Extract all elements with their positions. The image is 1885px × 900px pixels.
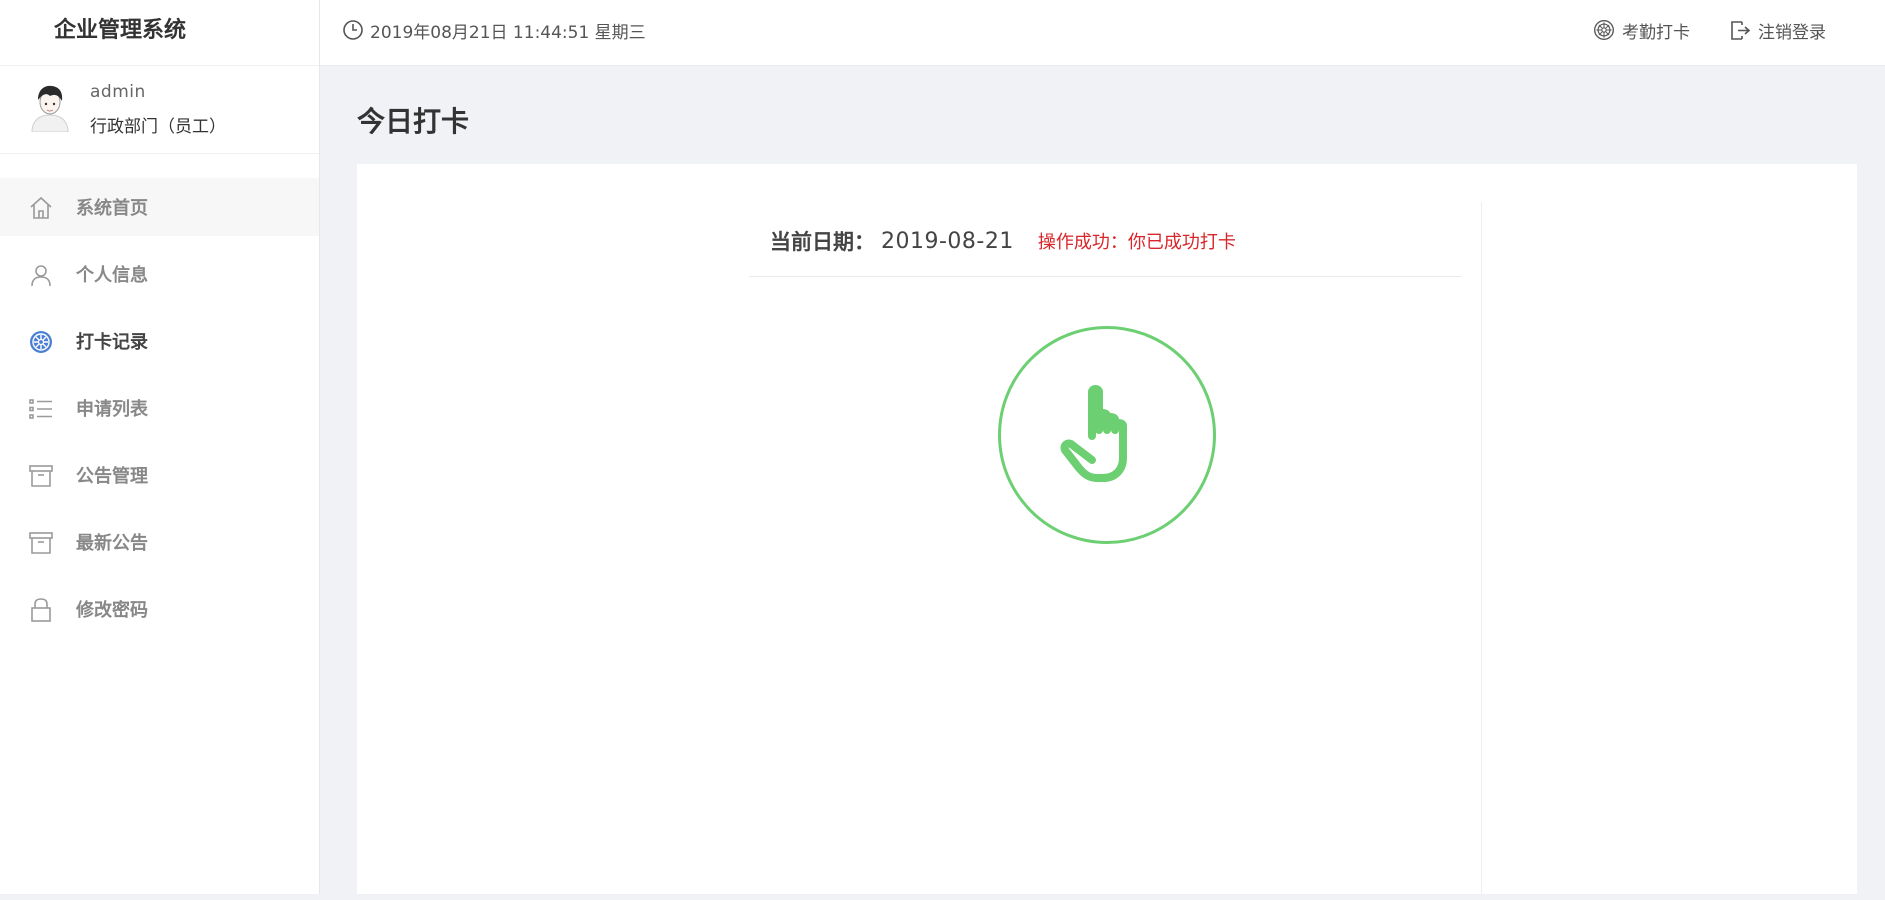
user-panel: admin 行政部门（员工） bbox=[0, 66, 319, 154]
sidebar-item-latest-notice[interactable]: 最新公告 bbox=[0, 513, 319, 571]
list-icon bbox=[28, 396, 54, 422]
sidebar-item-label: 打卡记录 bbox=[76, 332, 148, 353]
user-icon bbox=[28, 262, 54, 288]
current-datetime: 2019年08月21日 11:44:51 星期三 bbox=[342, 0, 646, 60]
avatar bbox=[28, 82, 72, 133]
divider bbox=[749, 276, 1461, 277]
datetime-text: 2019年08月21日 11:44:51 星期三 bbox=[370, 22, 646, 43]
sidebar-item-label: 系统首页 bbox=[76, 198, 148, 219]
archive-icon bbox=[28, 463, 54, 489]
sidebar-item-label: 公告管理 bbox=[76, 466, 148, 487]
sidebar: 企业管理系统 admin 行政部门（员工） 系统首页 个人信息 打卡记录 申请列… bbox=[0, 0, 320, 894]
sidebar-nav: 系统首页 个人信息 打卡记录 申请列表 公告管理 最新公告 修改密码 bbox=[0, 154, 319, 638]
sidebar-item-applications[interactable]: 申请列表 bbox=[0, 379, 319, 437]
punch-button[interactable] bbox=[998, 326, 1216, 544]
date-value: 2019-08-21 bbox=[881, 228, 1014, 254]
checkin-panel: 当前日期： 2019-08-21 操作成功：你已成功打卡 bbox=[357, 164, 1857, 894]
checkin-icon bbox=[1594, 20, 1614, 40]
home-icon bbox=[28, 195, 54, 221]
sidebar-item-label: 申请列表 bbox=[76, 399, 148, 420]
sidebar-item-profile[interactable]: 个人信息 bbox=[0, 245, 319, 303]
sidebar-item-label: 最新公告 bbox=[76, 533, 148, 554]
clock-icon bbox=[343, 20, 363, 40]
date-label: 当前日期： bbox=[770, 230, 875, 254]
top-bar: 2019年08月21日 11:44:51 星期三 考勤打卡 注销登录 bbox=[320, 0, 1885, 66]
app-title: 企业管理系统 bbox=[0, 0, 319, 66]
sidebar-item-home[interactable]: 系统首页 bbox=[0, 178, 319, 236]
checkin-label: 考勤打卡 bbox=[1622, 22, 1690, 43]
sidebar-item-checkin-records[interactable]: 打卡记录 bbox=[0, 312, 319, 370]
app-root: 企业管理系统 admin 行政部门（员工） 系统首页 个人信息 打卡记录 申请列… bbox=[0, 0, 1885, 900]
checkin-record-icon bbox=[28, 329, 54, 355]
sidebar-item-label: 个人信息 bbox=[76, 265, 148, 286]
logout-label: 注销登录 bbox=[1758, 22, 1826, 43]
success-message: 操作成功：你已成功打卡 bbox=[1037, 232, 1236, 253]
sidebar-item-label: 修改密码 bbox=[76, 600, 148, 621]
lock-icon bbox=[28, 597, 54, 623]
archive-icon bbox=[28, 530, 54, 556]
checkin-button[interactable]: 考勤打卡 bbox=[1593, 0, 1690, 60]
sidebar-item-change-password[interactable]: 修改密码 bbox=[0, 580, 319, 638]
logout-button[interactable]: 注销登录 bbox=[1729, 0, 1826, 60]
page-title: 今日打卡 bbox=[357, 105, 470, 138]
logout-icon bbox=[1731, 21, 1751, 40]
user-name: admin bbox=[90, 82, 146, 102]
panel-divider bbox=[1481, 202, 1482, 894]
date-row: 当前日期： 2019-08-21 操作成功：你已成功打卡 bbox=[770, 224, 1236, 258]
user-dept: 行政部门（员工） bbox=[90, 117, 226, 137]
hand-pointer-icon bbox=[1060, 385, 1127, 482]
sidebar-item-notice-manage[interactable]: 公告管理 bbox=[0, 446, 319, 504]
